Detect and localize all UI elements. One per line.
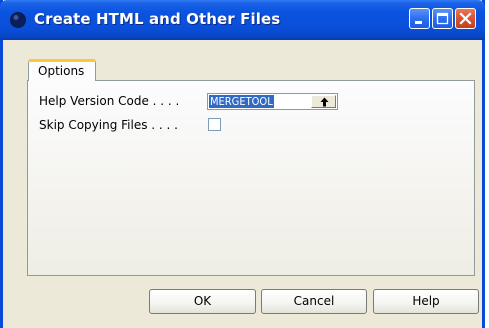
skip-copying-files-checkbox[interactable] (208, 118, 221, 131)
dialog-window: Create HTML and Other Files Options Help… (0, 0, 485, 328)
help-version-code-label: Help Version Code . . . . (39, 94, 180, 108)
tab-options[interactable]: Options (28, 59, 96, 81)
help-button[interactable]: Help (373, 289, 479, 314)
maximize-button[interactable] (432, 8, 453, 29)
help-version-code-value[interactable]: MERGETOOL (209, 95, 274, 108)
minimize-button[interactable] (409, 8, 430, 29)
help-version-code-lookup-button[interactable] (311, 95, 336, 108)
maximize-icon (436, 12, 449, 25)
help-version-code-field[interactable]: MERGETOOL (207, 93, 338, 110)
close-icon (459, 12, 472, 25)
window-title: Create HTML and Other Files (34, 10, 281, 28)
arrow-up-icon (320, 97, 329, 107)
title-bar[interactable]: Create HTML and Other Files (0, 0, 485, 40)
minimize-icon (415, 21, 422, 24)
tab-options-label: Options (38, 64, 85, 78)
app-icon (10, 12, 26, 28)
options-panel: Help Version Code . . . . MERGETOOL Skip… (27, 80, 475, 276)
close-button[interactable] (455, 8, 476, 29)
tab-active-indicator (28, 59, 96, 62)
cancel-button[interactable]: Cancel (261, 289, 367, 314)
dialog-body: Options Help Version Code . . . . MERGET… (3, 40, 482, 328)
ok-button[interactable]: OK (149, 289, 256, 314)
skip-copying-files-label: Skip Copying Files . . . . (39, 118, 178, 132)
